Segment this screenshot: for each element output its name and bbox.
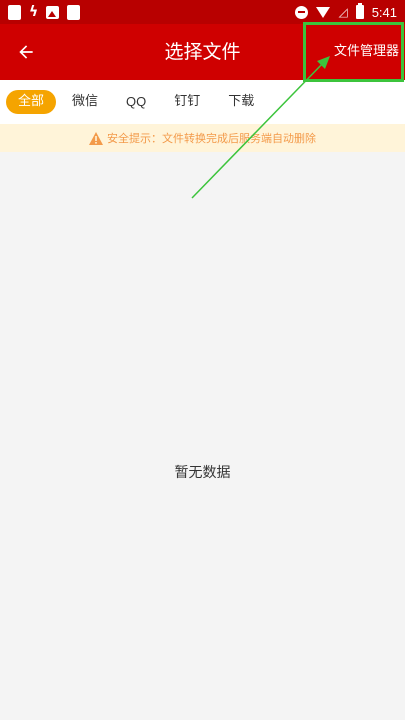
lightning-icon: ϟ <box>29 4 39 20</box>
image-icon <box>46 5 60 19</box>
tab-all[interactable]: 全部 <box>6 90 57 114</box>
source-tab-bar: 全部 微信 QQ 钉钉 下载 <box>0 80 405 124</box>
tab-wechat[interactable]: 微信 <box>60 90 110 114</box>
warning-icon <box>89 131 103 145</box>
empty-state-text: 暂无数据 <box>174 465 231 481</box>
no-signal-icon: ◿ <box>338 5 348 19</box>
notification-square-icon <box>67 4 81 20</box>
battery-icon <box>355 3 364 19</box>
annotation-highlight-box <box>303 22 404 82</box>
status-time: 5:41 <box>371 4 397 20</box>
status-left-group: ϟ <box>8 4 81 20</box>
arrow-left-icon <box>19 45 33 59</box>
security-notice: 安全提示：文件转换完成后服务端自动删除 <box>0 124 405 152</box>
notification-square-icon <box>8 4 21 20</box>
do-not-disturb-icon <box>295 5 309 19</box>
tab-qq[interactable]: QQ <box>114 90 158 114</box>
status-bar: ϟ ◿ 5:41 <box>0 0 405 24</box>
security-notice-text: 安全提示：文件转换完成后服务端自动删除 <box>107 132 316 145</box>
status-right-group: ◿ 5:41 <box>295 3 397 20</box>
tab-dingtalk[interactable]: 钉钉 <box>162 90 212 114</box>
tab-downloads[interactable]: 下载 <box>216 90 266 114</box>
file-list-area: 暂无数据 <box>0 152 405 720</box>
wifi-icon <box>316 6 331 18</box>
back-button[interactable] <box>10 36 42 68</box>
